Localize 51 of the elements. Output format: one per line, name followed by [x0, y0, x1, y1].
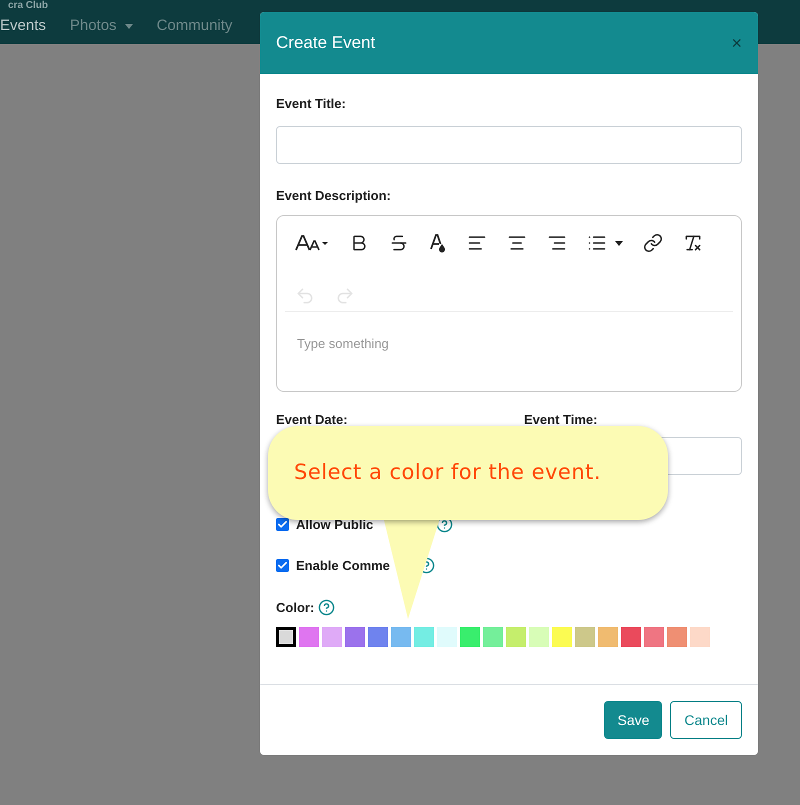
- color-swatch[interactable]: [299, 627, 319, 647]
- redo-icon: [335, 286, 355, 306]
- checkbox-label: Enable Comme: [296, 557, 391, 575]
- color-swatch[interactable]: [437, 627, 457, 647]
- color-swatch[interactable]: [506, 627, 526, 647]
- field-label: Event Title:: [276, 95, 347, 113]
- field-label: Event Description:: [276, 186, 392, 205]
- toolbar-button[interactable]: [429, 231, 447, 256]
- field-label: Event Time:: [524, 411, 598, 429]
- tooltip-text: Select a color for the event.: [294, 459, 602, 486]
- color-swatch[interactable]: [391, 627, 411, 647]
- check-icon: [277, 560, 288, 572]
- title-input[interactable]: [276, 126, 742, 164]
- dialog-title: Create Event: [276, 32, 376, 54]
- color-swatch[interactable]: [529, 627, 549, 647]
- color-swatch[interactable]: [276, 627, 296, 647]
- nav-link[interactable]: Events: [0, 15, 46, 38]
- brand-name[interactable]: cra Club: [0, 0, 800, 11]
- strikethrough-icon: [389, 233, 409, 254]
- color-swatch[interactable]: [621, 627, 641, 647]
- check-icon: [277, 518, 288, 530]
- save-button[interactable]: Save: [604, 701, 662, 739]
- nav-link[interactable]: Community: [156, 15, 232, 38]
- undo-icon: [295, 286, 315, 306]
- color-swatch[interactable]: [667, 627, 687, 647]
- help-icon[interactable]: [318, 598, 336, 616]
- color-swatch[interactable]: [575, 627, 595, 647]
- color-swatch[interactable]: [414, 627, 434, 647]
- color-swatch[interactable]: [690, 627, 710, 647]
- color-swatch[interactable]: [644, 627, 664, 647]
- color-swatch[interactable]: [345, 627, 365, 647]
- color-swatch[interactable]: [368, 627, 388, 647]
- close-button[interactable]: ×: [731, 34, 742, 52]
- color-swatch[interactable]: [598, 627, 618, 647]
- nav-link[interactable]: Photos: [70, 15, 133, 38]
- field-label: Event Date:: [276, 411, 349, 429]
- color-swatch[interactable]: [483, 627, 503, 647]
- checkbox[interactable]: [276, 518, 289, 531]
- color-swatch[interactable]: [552, 627, 572, 647]
- color-swatch[interactable]: [460, 627, 480, 647]
- checkbox-label: Allow Public: [296, 516, 374, 534]
- text-color-icon: [429, 233, 447, 254]
- font-size-icon: [295, 234, 329, 252]
- clear-format-icon: [683, 233, 703, 254]
- color-swatch[interactable]: [322, 627, 342, 647]
- field-label: Color:: [276, 598, 314, 616]
- description-input[interactable]: Type something: [297, 334, 721, 354]
- caret-icon: [615, 240, 623, 246]
- cancel-button[interactable]: Cancel: [670, 701, 742, 739]
- checkbox[interactable]: [276, 559, 289, 572]
- link-icon: [643, 233, 663, 254]
